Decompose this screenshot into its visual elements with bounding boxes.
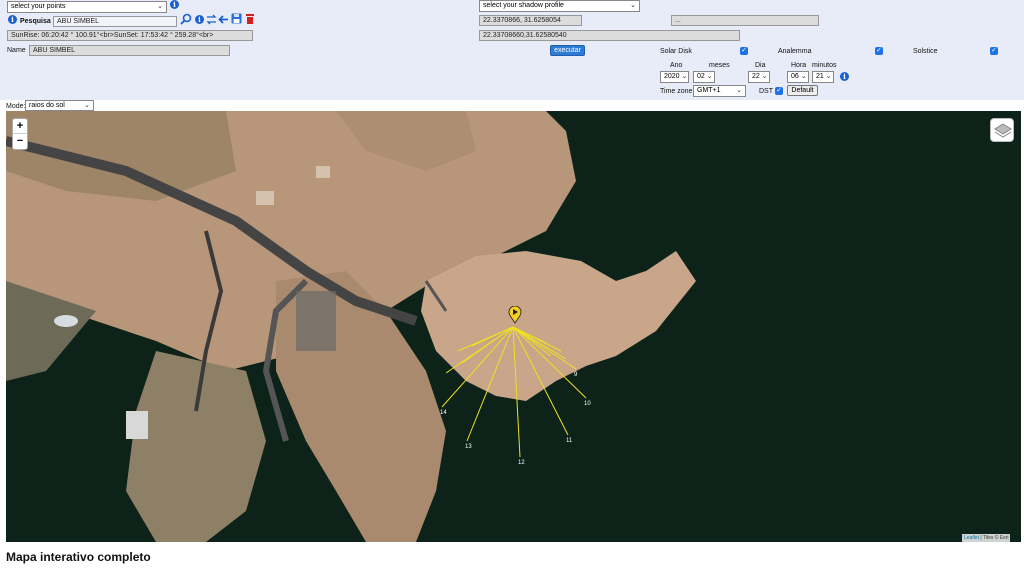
mode-label: Mode: [6,103,26,110]
year-select[interactable]: 2020 ⌄ [660,71,689,83]
save-icon[interactable] [231,13,242,24]
analemma-checkbox[interactable]: ✓ [875,47,883,55]
location-marker-icon[interactable] [508,305,522,324]
solstice-label: Solstice [913,48,938,55]
solstice-checkbox[interactable]: ✓ [990,47,998,55]
satellite-map[interactable]: 9 10 11 12 13 14 [6,111,1021,542]
timezone-label: Time zone [660,88,693,95]
chevron-down-icon: ⌄ [157,3,163,10]
delete-icon[interactable] [245,13,255,25]
year-value: 2020 [664,73,680,80]
chevron-down-icon: ⌄ [706,73,713,80]
chevron-down-icon: ⌄ [761,73,768,80]
shadow-profile-select[interactable]: select your shadow profile ⌄ [479,0,640,12]
timezone-select[interactable]: GMT+1 ⌄ [693,85,746,97]
sun-ray-hour-label: 11 [566,438,573,444]
minutos-label: minutos [812,62,837,69]
info-icon[interactable]: i [8,15,17,24]
chevron-down-icon: ⌄ [681,73,688,80]
minute-value: 21 [816,73,824,80]
mode-select[interactable]: raios do sol ⌄ [25,100,94,111]
month-value: 02 [697,73,705,80]
execute-button[interactable]: executar [550,45,585,56]
sun-ray-line [512,326,562,352]
chevron-down-icon: ⌄ [825,73,832,80]
name-label: Name [7,47,26,54]
sun-info-field: SunRise: 06:20:42 ° 100.91°<br>SunSet: 1… [7,30,253,41]
swap-icon[interactable] [206,14,217,25]
page-title: Mapa interativo completo [6,550,151,564]
solar-disk-checkbox[interactable]: ✓ [740,47,748,55]
leaflet-link[interactable]: Leaflet [964,535,979,541]
ano-label: Ano [670,62,683,69]
search-input[interactable]: ABU SIMBEL [53,16,177,27]
points-select-value: select your points [11,3,66,10]
points-select[interactable]: select your points ⌄ [7,1,167,13]
dst-checkbox[interactable]: ✓ [775,87,783,95]
solar-disk-label: Solar Disk [660,48,692,55]
arrow-left-icon[interactable] [218,14,229,25]
tiles-attribution: | Tiles © Esri [979,535,1009,541]
sun-ray-9 [512,326,577,370]
minute-select[interactable]: 21 ⌄ [812,71,834,83]
dia-label: Dia [755,62,766,69]
hour-select[interactable]: 06 ⌄ [787,71,809,83]
shadow-profile-value: select your shadow profile [483,2,564,9]
hora-label: Hora [791,62,807,69]
default-button[interactable]: Default [787,85,818,96]
dst-label: DST [759,88,773,95]
sun-ray-hour-label: 9 [574,372,578,378]
search-icon[interactable] [180,13,192,25]
mode-value: raios do sol [29,101,65,109]
map-attribution: Leaflet | Tiles © Esri [962,534,1011,542]
sun-rays-layer: 9 10 11 12 13 14 [440,326,591,466]
info-icon[interactable]: i [170,0,179,9]
day-value: 22 [752,73,760,80]
zoom-in-button[interactable]: + [13,119,27,134]
chevron-down-icon: ⌄ [84,101,90,109]
sun-ray-line [445,326,514,374]
coordinates-field[interactable]: 22.3370866, 31.6258054 [479,15,582,26]
search-label: Pesquisa [20,18,51,25]
zoom-out-button[interactable]: − [13,134,27,149]
name-field[interactable]: ABU SIMBEL [29,45,230,56]
sun-ray-hour-label: 10 [584,401,591,407]
chevron-down-icon: ⌄ [800,73,807,80]
analemma-label: Analemma [778,48,812,55]
info-icon[interactable]: i [195,15,204,24]
coordinates-precise-field[interactable]: 22.33708660,31.62580540 [479,30,740,41]
sun-ray-14 [441,326,514,408]
sun-ray-12 [512,326,521,458]
sun-ray-hour-label: 13 [465,444,472,450]
chevron-down-icon: ⌄ [630,2,636,9]
layers-icon[interactable] [990,118,1014,142]
month-select[interactable]: 02 ⌄ [693,71,715,83]
sun-ray-hour-label: 14 [440,410,447,416]
meses-label: meses [709,62,730,69]
zoom-control: + − [12,118,28,150]
day-select[interactable]: 22 ⌄ [748,71,770,83]
sun-ray-10 [512,326,587,399]
chevron-down-icon: ⌄ [736,87,742,94]
info-icon[interactable]: i [840,72,849,81]
extra-field[interactable]: ... [671,15,819,26]
sun-ray-hour-label: 12 [518,460,525,466]
timezone-value: GMT+1 [697,87,721,94]
hour-value: 06 [791,73,799,80]
